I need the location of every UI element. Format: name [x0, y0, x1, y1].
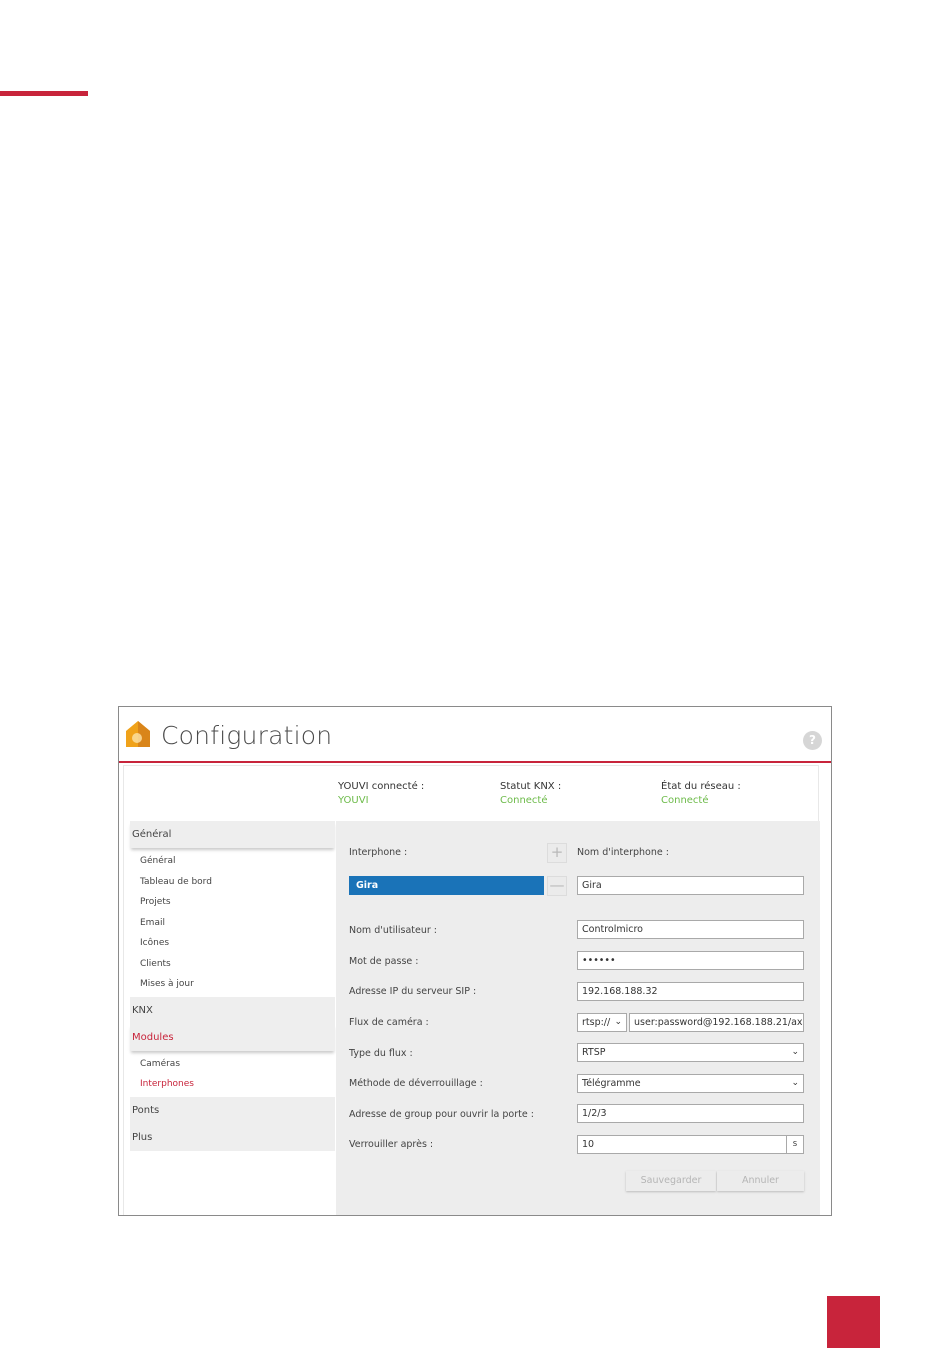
main-content: YOUVI connecté : YOUVI Statut KNX : Conn… [123, 765, 820, 1215]
status-network-label: État du réseau : [661, 781, 741, 792]
add-interphone-button[interactable]: + [547, 843, 567, 863]
sidebar-general-items: Général Tableau de bord Projets Email Ic… [130, 848, 335, 997]
lock-after-input[interactable]: 10 s [577, 1135, 804, 1154]
status-youvi-value: YOUVI [338, 795, 369, 806]
sidebar-item-cameras[interactable]: Caméras [130, 1054, 335, 1075]
unlock-method-label: Méthode de déverrouillage : [349, 1078, 483, 1089]
app-title: Configuration [161, 721, 333, 750]
sidebar-item-icons[interactable]: Icônes [130, 933, 335, 954]
sidebar-section-modules[interactable]: Modules [130, 1023, 335, 1051]
sidebar-section-general[interactable]: Général [130, 821, 335, 848]
stream-type-select[interactable]: RTSP ⌄ [577, 1043, 804, 1062]
chevron-down-icon: ⌄ [791, 1047, 799, 1057]
password-label: Mot de passe : [349, 956, 419, 967]
sidebar-item-dashboard[interactable]: Tableau de bord [130, 872, 335, 893]
password-input[interactable]: •••••• [577, 951, 804, 970]
status-network: État du réseau : Connecté [661, 780, 741, 808]
app-logo-icon [126, 721, 150, 747]
sidebar-item-projects[interactable]: Projets [130, 892, 335, 913]
sidebar-filler [130, 1150, 335, 1211]
camera-protocol-value: rtsp:// [582, 1017, 611, 1028]
status-youvi: YOUVI connecté : YOUVI [338, 780, 424, 808]
interphone-list-label: Interphone : [349, 847, 408, 858]
sidebar-item-updates[interactable]: Mises à jour [130, 974, 335, 995]
lock-after-value: 10 [582, 1139, 595, 1150]
remove-interphone-button[interactable]: — [547, 876, 567, 896]
camera-protocol-select[interactable]: rtsp:// ⌄ [577, 1013, 627, 1032]
sidebar-modules-items: Caméras Interphones [130, 1051, 335, 1097]
username-label: Nom d'utilisateur : [349, 925, 437, 936]
status-knx-label: Statut KNX : [500, 781, 562, 792]
configuration-screenshot: Configuration ? YOUVI connecté : YOUVI S… [118, 706, 832, 1216]
sidebar-item-general[interactable]: Général [130, 851, 335, 872]
chevron-down-icon: ⌄ [791, 1078, 799, 1088]
sidebar-section-plus[interactable]: Plus [130, 1123, 335, 1151]
username-input[interactable]: Controlmicro [577, 920, 804, 939]
unlock-method-value: Télégramme [582, 1078, 641, 1089]
sidebar-item-clients[interactable]: Clients [130, 954, 335, 975]
sidebar-item-email[interactable]: Email [130, 913, 335, 934]
sip-server-label: Adresse IP du serveur SIP : [349, 986, 477, 997]
sidebar: Général Général Tableau de bord Projets … [130, 821, 335, 1211]
camera-url-input[interactable]: user:password@192.168.188.21/axis- [629, 1013, 804, 1032]
cancel-button[interactable]: Annuler [717, 1171, 804, 1191]
sidebar-section-ponts[interactable]: Ponts [130, 1096, 335, 1124]
status-knx-value: Connecté [500, 795, 548, 806]
sidebar-section-knx[interactable]: KNX [130, 996, 335, 1024]
chevron-down-icon: ⌄ [614, 1017, 622, 1027]
interphone-settings-panel: Interphone : + Gira — Nom d'interphone :… [336, 821, 820, 1215]
interphone-name-label: Nom d'interphone : [577, 847, 669, 858]
status-youvi-label: YOUVI connecté : [338, 781, 425, 792]
stream-type-label: Type du flux : [349, 1048, 413, 1059]
lock-after-label: Verrouiller après : [349, 1139, 434, 1150]
group-address-label: Adresse de group pour ouvrir la porte : [349, 1109, 534, 1120]
decorative-top-rule [0, 91, 88, 96]
group-address-input[interactable]: 1/2/3 [577, 1104, 804, 1123]
interphone-list-item-selected[interactable]: Gira [349, 876, 544, 895]
app-header: Configuration ? [119, 707, 831, 763]
status-network-value: Connecté [661, 795, 709, 806]
status-knx: Statut KNX : Connecté [500, 780, 561, 808]
sip-server-input[interactable]: 192.168.188.32 [577, 982, 804, 1001]
decorative-page-block [827, 1296, 880, 1348]
camera-stream-label: Flux de caméra : [349, 1017, 429, 1028]
interphone-name-input[interactable]: Gira [577, 876, 804, 895]
lock-after-unit: s [786, 1136, 803, 1153]
unlock-method-select[interactable]: Télégramme ⌄ [577, 1074, 804, 1093]
stream-type-value: RTSP [582, 1047, 606, 1058]
save-button[interactable]: Sauvegarder [626, 1171, 716, 1191]
sidebar-item-interphones[interactable]: Interphones [130, 1074, 335, 1095]
help-button[interactable]: ? [803, 731, 822, 750]
